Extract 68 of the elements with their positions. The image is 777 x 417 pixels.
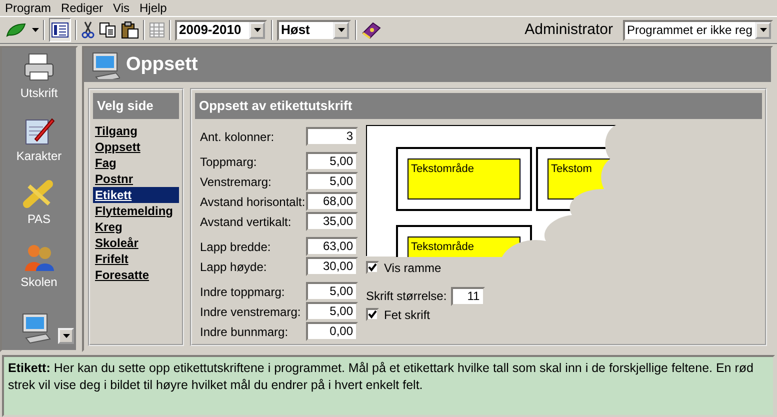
sidebar-label[interactable]: Karakter [16,147,62,165]
label-text: Tekstområde [411,162,474,174]
nav-link[interactable]: Kreg [93,218,179,234]
computer-icon [90,51,120,79]
field-label: Indre venstremarg: [200,304,302,320]
menu-item[interactable]: Program [2,0,58,16]
help-text: Etikett: Her kan du sette opp etikettutskriftene i programmet. Mål på et etikettark hvilke tall som skal inn i de forskjellige feltene. En rød strek vil vise deg i bildet til høyre hvilket mål du endrer på i hvert enkelt felt. [2,355,775,417]
menu-item[interactable]: Rediger [58,0,110,16]
computer-icon[interactable] [20,312,52,344]
caret-icon [62,334,70,338]
field-label: Indre toppmarg: [200,284,286,300]
number-field[interactable]: 0,00 [306,322,358,341]
number-field[interactable]: 5,00 [306,302,358,321]
caret-icon[interactable] [32,28,39,32]
sidebar-label[interactable]: Skolen [20,273,58,291]
number-field[interactable]: 30,00 [306,257,358,276]
cut-icon[interactable] [81,21,95,39]
paste-icon[interactable] [121,21,139,39]
user-label: Administrator [524,20,613,40]
sidebar-label[interactable]: PAS [27,210,51,228]
menu-item[interactable]: Vis [110,0,136,16]
term-select[interactable]: Høst [277,20,351,40]
sidebar-label[interactable]: Utskrift [20,84,58,102]
nav-link[interactable]: Etikett [93,186,179,202]
nav-link[interactable]: Flyttemelding [93,202,179,218]
checkbox[interactable] [366,308,379,321]
checkbox[interactable] [366,261,379,274]
number-field[interactable]: 5,00 [306,282,358,301]
caret-icon[interactable] [760,28,766,32]
number-field[interactable]: 68,00 [306,192,358,211]
nav-link[interactable]: Frifelt [93,250,179,266]
checkbox-label: Fet skrift [384,306,430,324]
caret-icon[interactable] [254,28,260,32]
field-label: Lapp bredde: [200,238,272,256]
nav-link[interactable]: Fag [93,154,179,170]
year-select[interactable]: 2009-2010 [175,20,267,40]
number-field[interactable]: 11 [450,286,485,306]
registration-select[interactable]: Programmet er ikke reg [623,20,773,40]
menu-item[interactable]: Hjelp [136,0,174,16]
field-label: Avstand vertikalt: [200,214,292,230]
field-label: Toppmarg: [200,154,258,170]
label-text: Tekstom [551,162,592,174]
nav-link[interactable]: Oppsett [93,138,179,154]
checkbox-label: Vis ramme [384,260,442,276]
nav-link[interactable]: Postnr [93,170,179,186]
field-label: Lapp høyde: [200,258,268,276]
field-label: Ant. kolonner: [200,128,276,146]
number-field[interactable]: 63,00 [306,237,358,256]
dropdown-button[interactable] [58,328,74,344]
label-text: Tekstområde [411,240,474,252]
nav-link[interactable]: Foresatte [93,266,179,282]
number-field[interactable]: 5,00 [306,172,358,191]
number-field[interactable]: 35,00 [306,212,358,231]
field-label: Skrift størrelse: [366,288,447,305]
panel-header: Velg side [93,93,179,118]
number-field[interactable]: 5,00 [306,152,358,171]
field-label: Avstand horisontalt: [200,194,306,210]
nav-link[interactable]: Skoleår [93,234,179,250]
panel-header: Oppsett av etikettutskrift [195,93,762,118]
list-view-button[interactable] [49,18,71,42]
caret-icon[interactable] [338,28,344,32]
field-label: Venstremarg: [200,174,272,190]
nav-link[interactable]: Tilgang [93,122,179,138]
book-icon[interactable] [361,21,381,39]
copy-icon[interactable] [99,22,117,38]
number-field[interactable]: 3 [306,127,358,146]
field-label: Indre bunnmarg: [200,324,290,340]
page-title: Oppsett [126,52,198,77]
